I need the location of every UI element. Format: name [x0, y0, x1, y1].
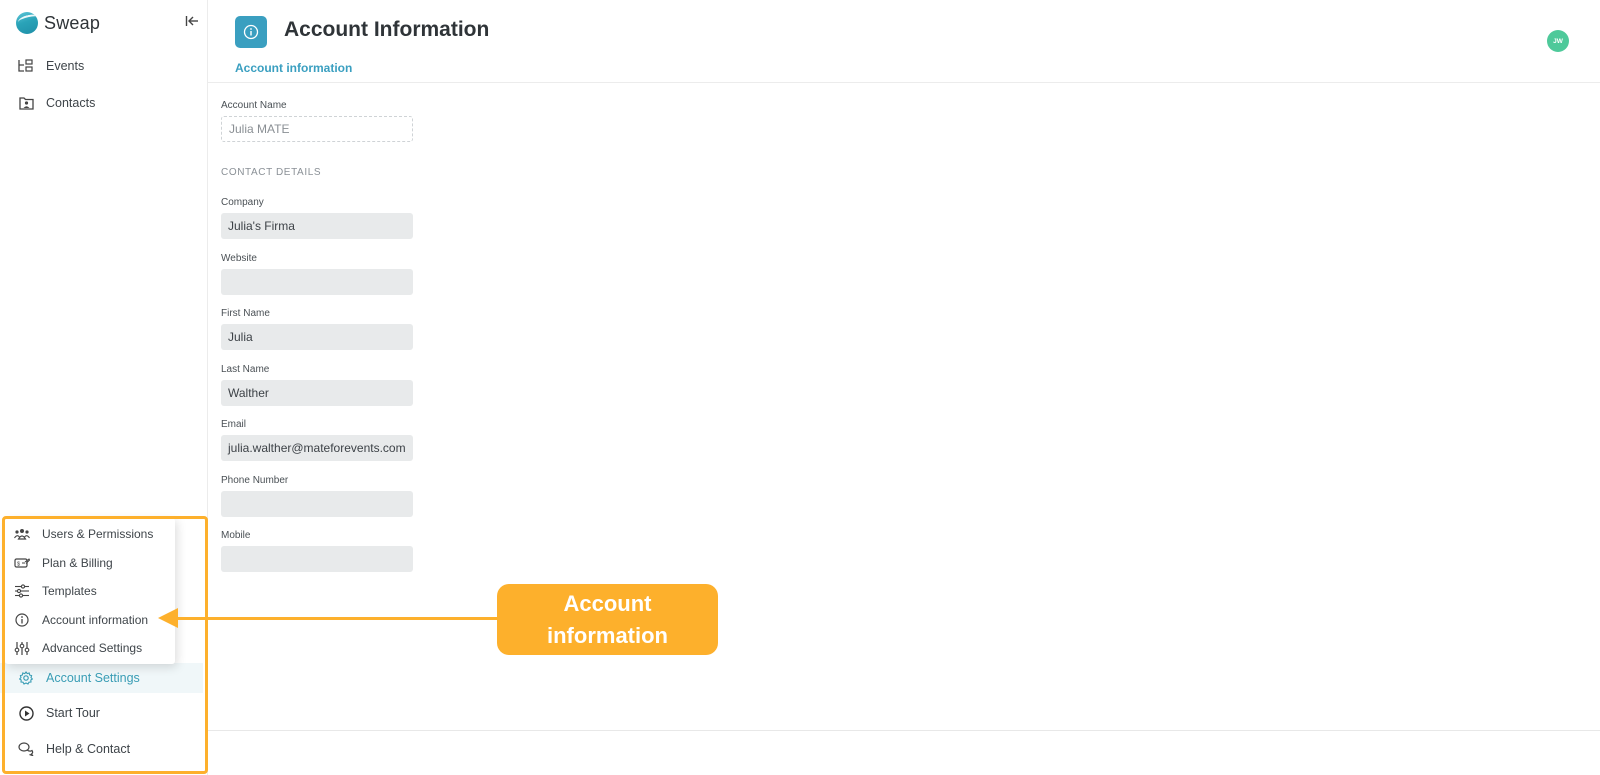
- menu-item-label: Users & Permissions: [42, 527, 154, 542]
- account-settings-menu: Users & Permissions $ Plan & Billing Tem…: [5, 518, 175, 664]
- last-name-label: Last Name: [221, 364, 270, 375]
- annotation-arrow-head-icon: [158, 608, 178, 628]
- sidebar-item-label: Help & Contact: [46, 742, 131, 756]
- tab-account-information[interactable]: Account information: [235, 61, 352, 75]
- sweap-logo-icon: [16, 12, 38, 34]
- sidebar-item-account-settings[interactable]: Account Settings: [0, 663, 203, 693]
- website-label: Website: [221, 253, 257, 264]
- sidebar-item-label: Start Tour: [46, 706, 100, 720]
- menu-item-label: Advanced Settings: [42, 641, 143, 656]
- sidebar-item-label: Contacts: [46, 96, 96, 110]
- annotation-arrow-line: [176, 617, 498, 620]
- account-name-field[interactable]: Julia MATE: [221, 116, 413, 142]
- page-header: Account Information Account information …: [208, 0, 1600, 83]
- first-name-field[interactable]: Julia: [221, 324, 413, 350]
- info-icon: [235, 16, 267, 48]
- menu-item-users-permissions[interactable]: Users & Permissions: [5, 520, 175, 549]
- sidebar-item-start-tour[interactable]: Start Tour: [0, 697, 207, 729]
- menu-item-account-information[interactable]: Account information: [5, 606, 175, 635]
- contact-details-heading: CONTACT DETAILS: [221, 167, 322, 178]
- sidebar: Sweap Events Contacts Account Settings S…: [0, 0, 208, 775]
- svg-text:$: $: [17, 561, 20, 567]
- brand-name: Sweap: [44, 12, 101, 33]
- menu-item-templates[interactable]: Templates: [5, 577, 175, 606]
- users-icon: [14, 526, 30, 542]
- sidebar-item-label: Events: [46, 59, 85, 73]
- sidebar-item-label: Account Settings: [46, 671, 140, 685]
- avatar[interactable]: JW: [1547, 30, 1569, 52]
- footer-divider: [208, 730, 1600, 731]
- events-icon: [18, 58, 34, 74]
- billing-icon: $: [14, 555, 30, 571]
- annotation-callout: Account information: [497, 584, 718, 655]
- email-field[interactable]: julia.walther@mateforevents.com: [221, 435, 413, 461]
- gear-icon: [18, 670, 34, 686]
- brand[interactable]: Sweap: [16, 10, 100, 36]
- email-label: Email: [221, 419, 247, 430]
- sidebar-item-help-contact[interactable]: Help & Contact: [0, 733, 207, 765]
- collapse-left-icon: [185, 16, 198, 26]
- phone-number-label: Phone Number: [221, 475, 289, 486]
- advanced-settings-icon: [14, 640, 30, 656]
- menu-item-plan-billing[interactable]: $ Plan & Billing: [5, 549, 175, 578]
- mobile-label: Mobile: [221, 530, 251, 541]
- info-icon: [14, 612, 30, 628]
- menu-item-advanced-settings[interactable]: Advanced Settings: [5, 634, 175, 663]
- company-field[interactable]: Julia's Firma: [221, 213, 413, 239]
- collapse-sidebar-button[interactable]: [184, 13, 200, 29]
- phone-number-field[interactable]: [221, 491, 413, 517]
- sliders-icon: [14, 583, 30, 599]
- website-field[interactable]: [221, 269, 413, 295]
- sidebar-item-contacts[interactable]: Contacts: [0, 87, 207, 119]
- last-name-field[interactable]: Walther: [221, 380, 413, 406]
- menu-item-label: Account information: [42, 612, 149, 627]
- first-name-label: First Name: [221, 308, 270, 319]
- app-root: Sweap Events Contacts Account Settings S…: [0, 0, 1600, 775]
- company-label: Company: [221, 197, 264, 208]
- contacts-icon: [18, 95, 34, 111]
- menu-item-label: Templates: [42, 584, 97, 599]
- page-title: Account Information: [284, 18, 490, 41]
- mobile-field[interactable]: [221, 546, 413, 572]
- account-name-label: Account Name: [221, 100, 287, 111]
- menu-item-label: Plan & Billing: [42, 555, 113, 570]
- play-circle-icon: [18, 705, 34, 721]
- sidebar-item-events[interactable]: Events: [0, 50, 207, 82]
- chat-icon: [18, 741, 34, 757]
